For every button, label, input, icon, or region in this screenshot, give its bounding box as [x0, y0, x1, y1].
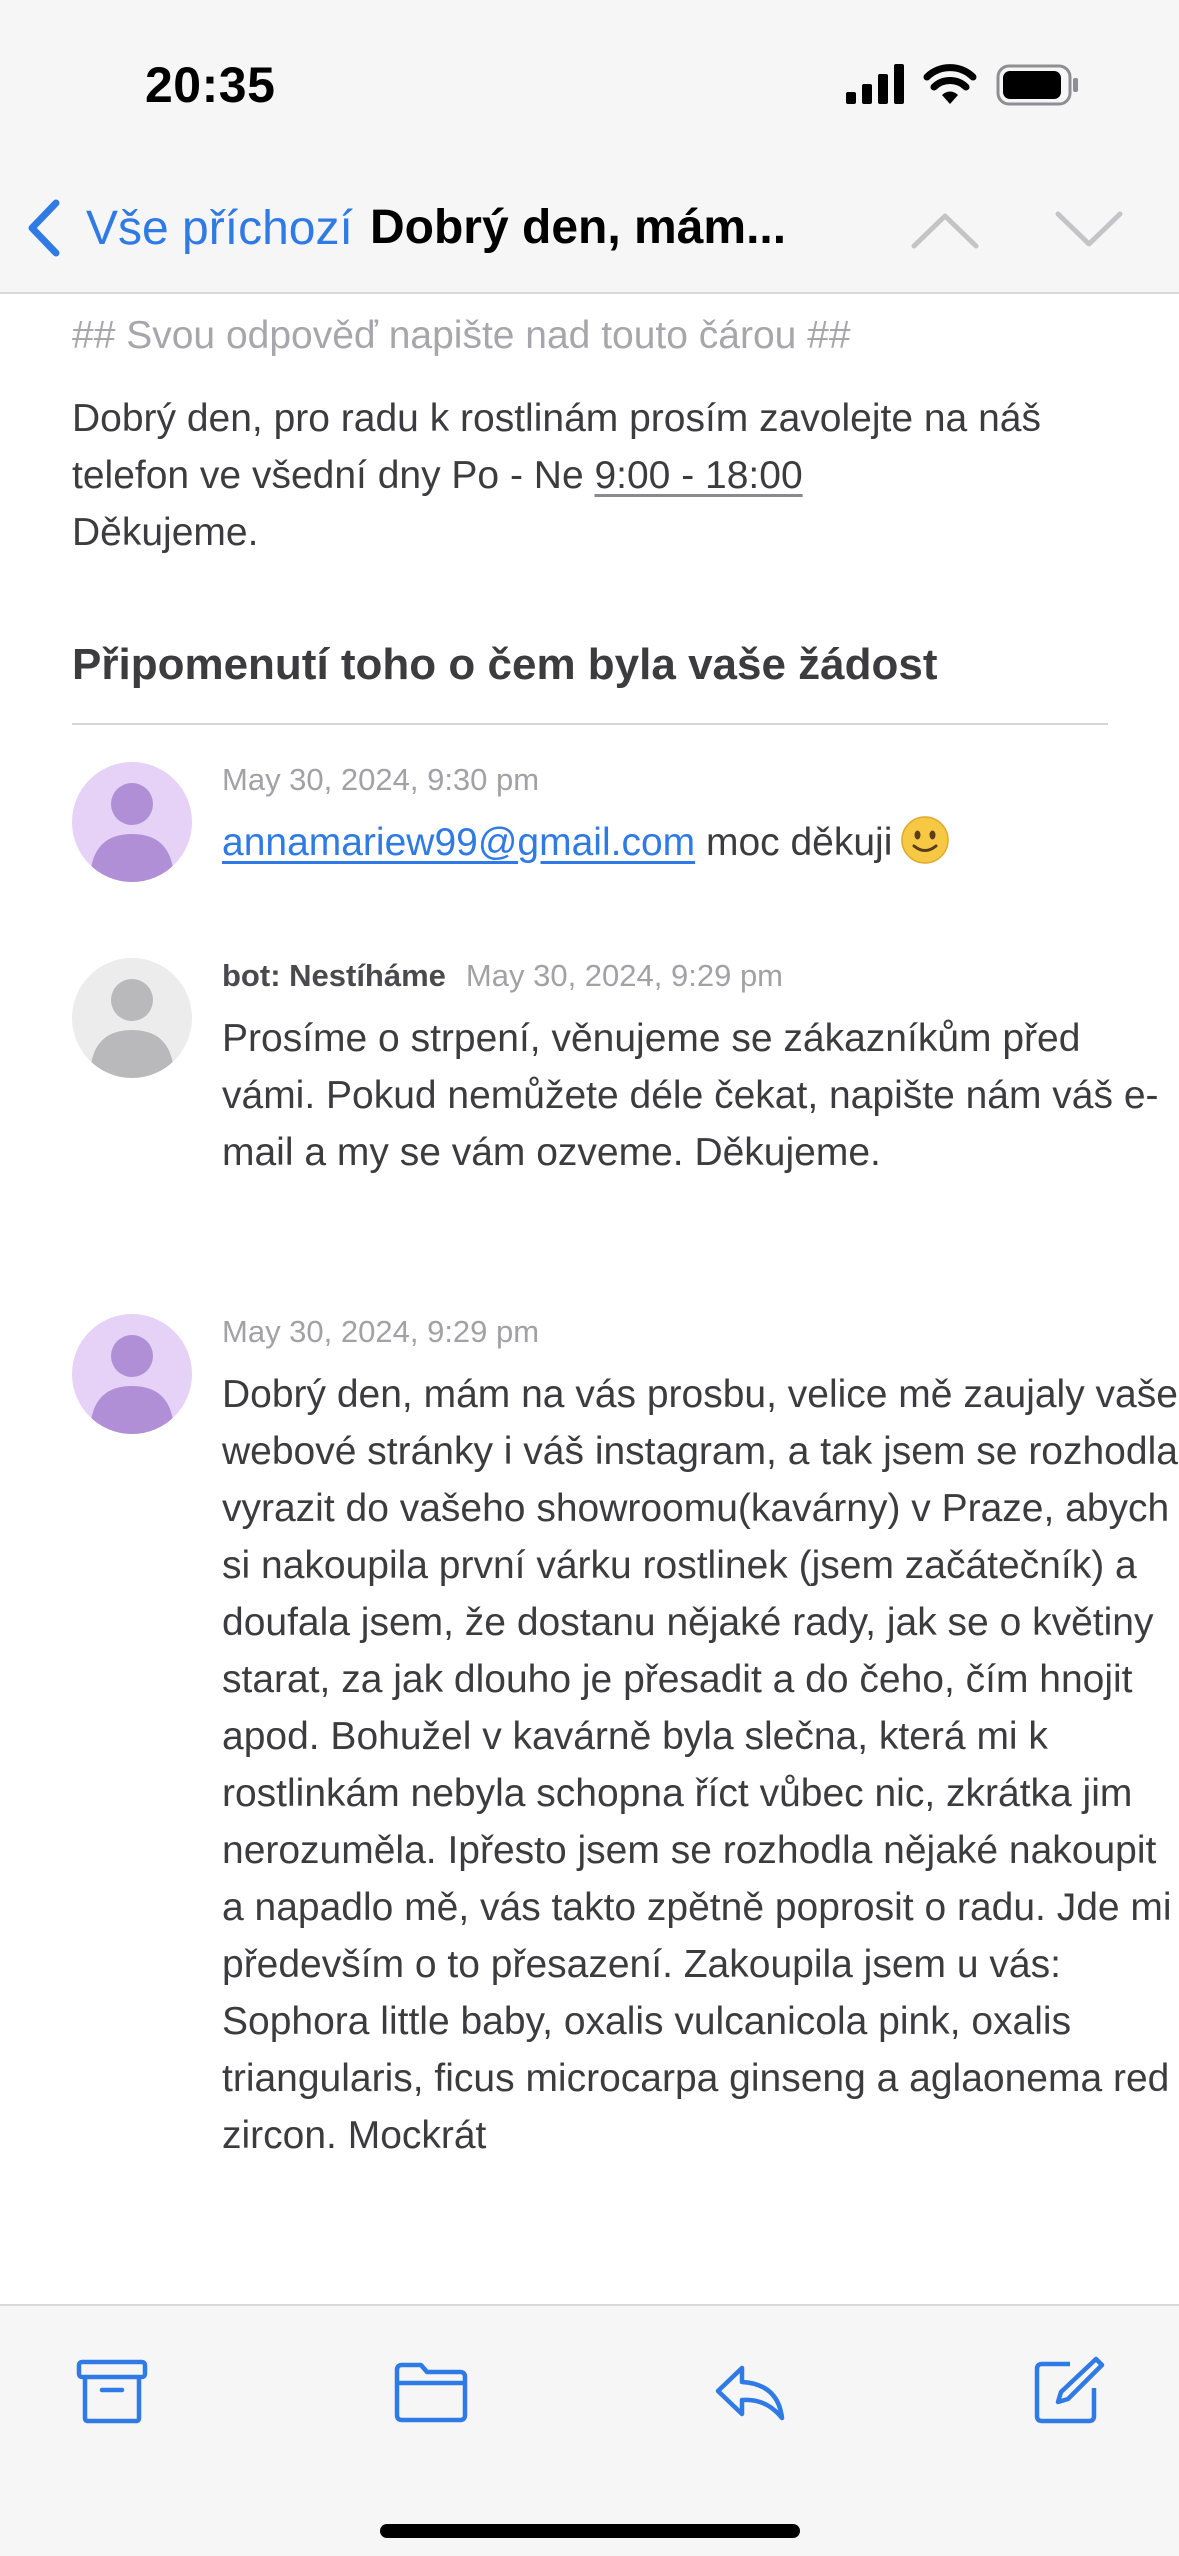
message-timestamp: May 30, 2024, 9:29 pm [222, 1314, 540, 1349]
message-text: Dobrý den, mám na vás prosbu, velice mě … [222, 1373, 1178, 2157]
status-bar: 20:35 [0, 0, 1179, 170]
status-time: 20:35 [145, 57, 276, 113]
chevron-left-icon [28, 199, 60, 257]
back-button[interactable]: Vše příchozí [24, 190, 353, 266]
battery-icon [996, 64, 1078, 106]
previous-message-chevron-up-icon[interactable] [910, 200, 980, 260]
conversation-message: May 30, 2024, 9:30 pm annamariew99@gmail… [72, 762, 1122, 882]
avatar [72, 1314, 192, 1434]
compose-icon[interactable] [1030, 2356, 1106, 2426]
message-sender: bot: Nestíháme [222, 958, 446, 993]
conversation-message: bot: Nestíháme May 30, 2024, 9:29 pm Pros… [72, 958, 1159, 1218]
avatar [72, 762, 192, 882]
office-hours-link[interactable]: 9:00 - 18:00 [594, 454, 802, 497]
message-timestamp: May 30, 2024, 9:29 pm [465, 958, 784, 993]
home-indicator[interactable] [380, 2524, 800, 2538]
intro-text: Dobrý den, pro radu k rostlinám prosím z… [72, 397, 1041, 497]
next-message-chevron-down-icon[interactable] [1054, 200, 1124, 260]
message-text: annamariew99@gmail.com moc děkuji [222, 814, 1179, 871]
bottom-toolbar [0, 2304, 1179, 2556]
message-content: May 30, 2024, 9:30 pm annamariew99@gmail… [222, 762, 1179, 871]
back-button-label: Vše příchozí [86, 201, 353, 255]
person-icon [90, 1335, 174, 1434]
wifi-icon [923, 64, 977, 104]
intro-paragraph: Dobrý den, pro radu k rostlinám prosím z… [72, 390, 1122, 561]
avatar [72, 958, 192, 1078]
message-content: bot: Nestíháme May 30, 2024, 9:29 pm Pros… [222, 958, 1179, 1181]
request-summary-heading: Připomenutí toho o čem byla vaše žádost [72, 640, 938, 689]
message-timestamp: May 30, 2024, 9:30 pm [222, 762, 540, 797]
message-meta: bot: Nestíháme May 30, 2024, 9:29 pm [222, 958, 1179, 1000]
email-body[interactable]: ## Svou odpověď napište nad touto čárou … [0, 296, 1179, 2294]
intro-thanks: Děkujeme. [72, 511, 259, 554]
conversation-message: May 30, 2024, 9:29 pm Dobrý den, mám na … [72, 1314, 1178, 2294]
archive-icon[interactable] [74, 2356, 150, 2426]
navigation-bar: Vše příchozí Dobrý den, mám... [0, 170, 1179, 294]
reply-separator-note: ## Svou odpověď napište nad touto čárou … [72, 314, 851, 357]
message-text-content: moc děkuji [695, 821, 893, 864]
reply-icon[interactable] [712, 2356, 788, 2426]
folder-icon[interactable] [393, 2356, 469, 2426]
email-subject-title: Dobrý den, mám... [370, 201, 787, 254]
divider [72, 723, 1108, 725]
email-address-link[interactable]: annamariew99@gmail.com [222, 821, 695, 864]
message-content: May 30, 2024, 9:29 pm Dobrý den, mám na … [222, 1314, 1179, 2164]
slightly-smiling-face-emoji-icon [901, 816, 950, 864]
message-text: Prosíme o strpení, věnujeme se zákazníků… [222, 1017, 1159, 1174]
person-icon [90, 979, 174, 1078]
person-icon [90, 783, 174, 882]
cellular-signal-icon [846, 64, 904, 104]
